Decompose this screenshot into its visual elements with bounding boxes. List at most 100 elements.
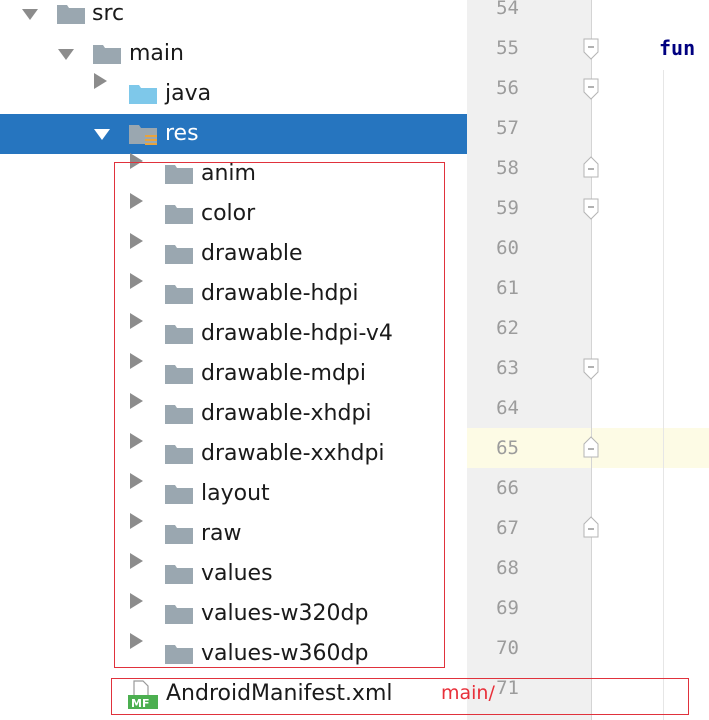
line-number: 55 [496,37,519,59]
line-number: 69 [496,597,519,619]
fold-marker-icon[interactable] [582,78,600,100]
line-number: 60 [496,237,519,259]
code-keyword: fun [659,36,696,60]
folder-icon [164,641,194,665]
folder-icon [164,241,194,265]
line-number: 58 [496,157,519,179]
line-number: 56 [496,77,519,99]
line-number: 59 [496,197,519,219]
line-number: 57 [496,117,519,139]
project-tree: src main java res anim color drawable dr… [0,0,467,720]
tree-item-label: values-w320dp [201,601,369,626]
annotation-text: main/ [441,682,495,704]
manifest-file-icon: MF [128,680,162,710]
tree-item-label: main [129,41,184,66]
tree-item-label: AndroidManifest.xml [166,681,393,706]
line-number: 68 [496,557,519,579]
expand-arrow-icon[interactable] [128,273,148,314]
expand-arrow-icon[interactable] [92,73,112,114]
current-line-highlight-editor [592,428,709,468]
tree-item-label: drawable-xxhdpi [201,441,385,466]
folder-icon [56,1,86,25]
tree-item-label: drawable-mdpi [201,361,366,386]
folder-icon [164,161,194,185]
tree-item-label: layout [201,481,270,506]
collapse-arrow-icon[interactable] [20,0,40,34]
tree-item-values-w360dp[interactable]: values-w360dp [0,633,467,674]
tree-item-drawable-hdpi-v4[interactable]: drawable-hdpi-v4 [0,313,467,354]
tree-item-anim[interactable]: anim [0,153,467,194]
expand-arrow-icon[interactable] [128,313,148,354]
expand-arrow-icon[interactable] [128,393,148,434]
line-number: 63 [496,357,519,379]
tree-item-layout[interactable]: layout [0,473,467,514]
tree-item-java[interactable]: java [0,73,467,114]
indent-guide [663,70,664,720]
folder-icon [164,521,194,545]
manifest-badge: MF [131,697,149,710]
collapse-arrow-icon[interactable] [56,34,76,74]
folder-icon [164,401,194,425]
expand-arrow-icon[interactable] [128,593,148,634]
expand-arrow-icon[interactable] [128,433,148,474]
expand-arrow-icon[interactable] [128,513,148,554]
folder-icon [164,601,194,625]
folder-icon [164,481,194,505]
tree-item-label: values [201,561,273,586]
line-number: 65 [496,437,519,459]
line-number: 70 [496,637,519,659]
line-number: 67 [496,517,519,539]
tree-item-drawable-xhdpi[interactable]: drawable-xhdpi [0,393,467,434]
tree-item-main[interactable]: main [0,34,467,74]
fold-marker-icon[interactable] [582,156,600,178]
fold-marker-icon[interactable] [582,516,600,538]
tree-item-color[interactable]: color [0,193,467,234]
tree-item-src[interactable]: src [0,0,467,34]
fold-marker-icon[interactable] [582,436,600,458]
tree-item-raw[interactable]: raw [0,513,467,554]
expand-arrow-icon[interactable] [128,153,148,194]
tree-item-label: values-w360dp [201,641,369,666]
tree-item-drawable[interactable]: drawable [0,233,467,274]
line-number: 62 [496,317,519,339]
expand-arrow-icon[interactable] [128,473,148,514]
expand-arrow-icon[interactable] [128,233,148,274]
collapse-arrow-icon[interactable] [92,114,112,154]
tree-item-label: drawable [201,241,303,266]
tree-item-drawable-hdpi[interactable]: drawable-hdpi [0,273,467,314]
tree-item-drawable-xxhdpi[interactable]: drawable-xxhdpi [0,433,467,474]
tree-item-label: drawable-xhdpi [201,401,372,426]
tree-item-label: src [92,1,125,26]
fold-marker-icon[interactable] [582,198,600,220]
fold-marker-icon[interactable] [582,358,600,380]
code-editor[interactable] [592,0,709,720]
tree-item-res[interactable]: res [0,114,467,154]
line-number: 54 [496,0,519,19]
tree-item-label: raw [201,521,242,546]
tree-item-drawable-mdpi[interactable]: drawable-mdpi [0,353,467,394]
folder-icon [164,201,194,225]
folder-icon [164,361,194,385]
tree-item-values-w320dp[interactable]: values-w320dp [0,593,467,634]
tree-item-label: drawable-hdpi-v4 [201,321,393,346]
tree-item-label: java [165,81,212,106]
folder-icon [164,441,194,465]
tree-item-label: color [201,201,256,226]
expand-arrow-icon[interactable] [128,353,148,394]
tree-item-label: res [165,121,199,146]
tree-item-android-manifest[interactable]: MF AndroidManifest.xml [0,674,467,714]
resource-folder-icon [128,121,158,145]
fold-marker-icon[interactable] [582,38,600,60]
folder-icon [164,561,194,585]
expand-arrow-icon[interactable] [128,193,148,234]
line-number: 66 [496,477,519,499]
expand-arrow-icon[interactable] [128,553,148,594]
folder-icon [164,281,194,305]
expand-arrow-icon[interactable] [128,633,148,674]
line-number: 61 [496,277,519,299]
folder-icon [164,321,194,345]
tree-item-values[interactable]: values [0,553,467,594]
tree-item-label: drawable-hdpi [201,281,359,306]
source-folder-icon [128,81,158,105]
line-number: 64 [496,397,519,419]
